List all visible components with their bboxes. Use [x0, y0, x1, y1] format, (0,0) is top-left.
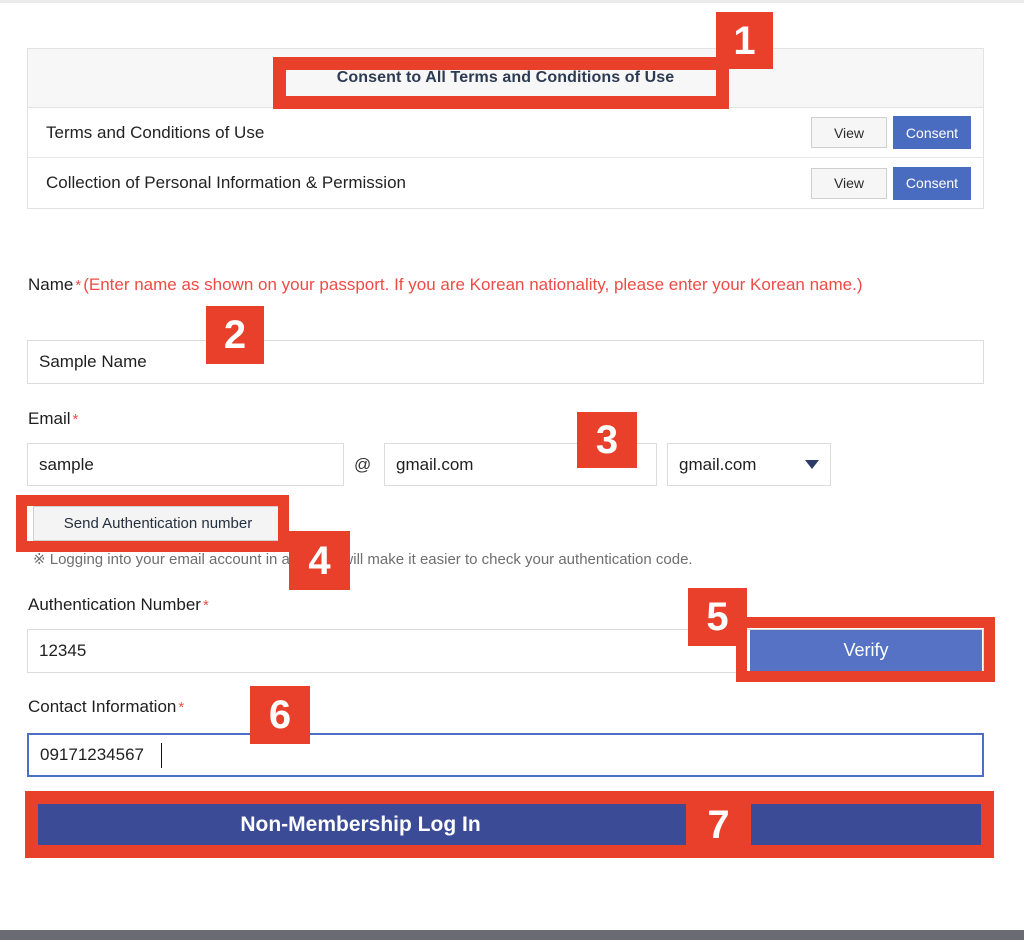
auth-number-label: Authentication Number [28, 595, 201, 614]
non-membership-login-button[interactable]: Non-Membership Log In [35, 801, 686, 848]
name-input[interactable] [27, 340, 984, 384]
contact-information-input[interactable] [27, 733, 984, 777]
email-domain-input[interactable] [384, 443, 657, 486]
table-row: Collection of Personal Information & Per… [28, 158, 983, 208]
consent-terms-button[interactable]: Consent [893, 116, 971, 149]
contact-required-star: * [178, 699, 185, 716]
at-symbol: @ [354, 455, 372, 474]
email-required-star: * [72, 411, 79, 428]
bottom-scrollbar[interactable] [0, 930, 1024, 940]
view-privacy-button[interactable]: View [811, 167, 887, 199]
name-hint: (Enter name as shown on your passport. I… [83, 275, 863, 294]
auth-required-star: * [202, 597, 209, 614]
top-divider [0, 0, 1024, 3]
view-terms-button[interactable]: View [811, 117, 887, 148]
email-domain-select[interactable]: gmail.com [667, 443, 831, 486]
email-domain-select-value: gmail.com [679, 454, 757, 474]
table-row: Terms and Conditions of Use View Consent [28, 108, 983, 158]
consent-all-label: Consent to All Terms and Conditions of U… [336, 69, 675, 86]
privacy-row-label: Collection of Personal Information & Per… [46, 173, 406, 192]
name-label-block: Name * (Enter name as shown on your passpo… [28, 259, 978, 312]
text-cursor [161, 743, 162, 768]
consent-privacy-button[interactable]: Consent [893, 166, 971, 200]
contact-label-block: Contact Information * [28, 697, 186, 717]
page-root: Consent to All Terms and Conditions of U… [0, 0, 1024, 940]
consent-table: Consent to All Terms and Conditions of U… [27, 48, 984, 209]
non-membership-login-button-secondary[interactable] [750, 801, 982, 848]
email-label: Email [28, 409, 71, 428]
email-label-block: Email * [28, 409, 80, 429]
contact-information-label: Contact Information [28, 697, 177, 716]
send-authentication-number-button[interactable]: Send Authentication number [33, 506, 283, 541]
consent-table-header: Consent to All Terms and Conditions of U… [28, 49, 983, 108]
verify-button[interactable]: Verify [750, 630, 982, 671]
name-label: Name [28, 275, 74, 294]
chevron-down-icon [805, 460, 819, 469]
auth-label-block: Authentication Number * [28, 595, 211, 615]
email-local-input[interactable] [27, 443, 344, 486]
name-required-star: * [75, 277, 82, 294]
email-auth-note: ※ Logging into your email account in adv… [33, 551, 693, 568]
terms-row-label: Terms and Conditions of Use [46, 122, 265, 142]
annotation-number-7: 7 [686, 791, 751, 858]
